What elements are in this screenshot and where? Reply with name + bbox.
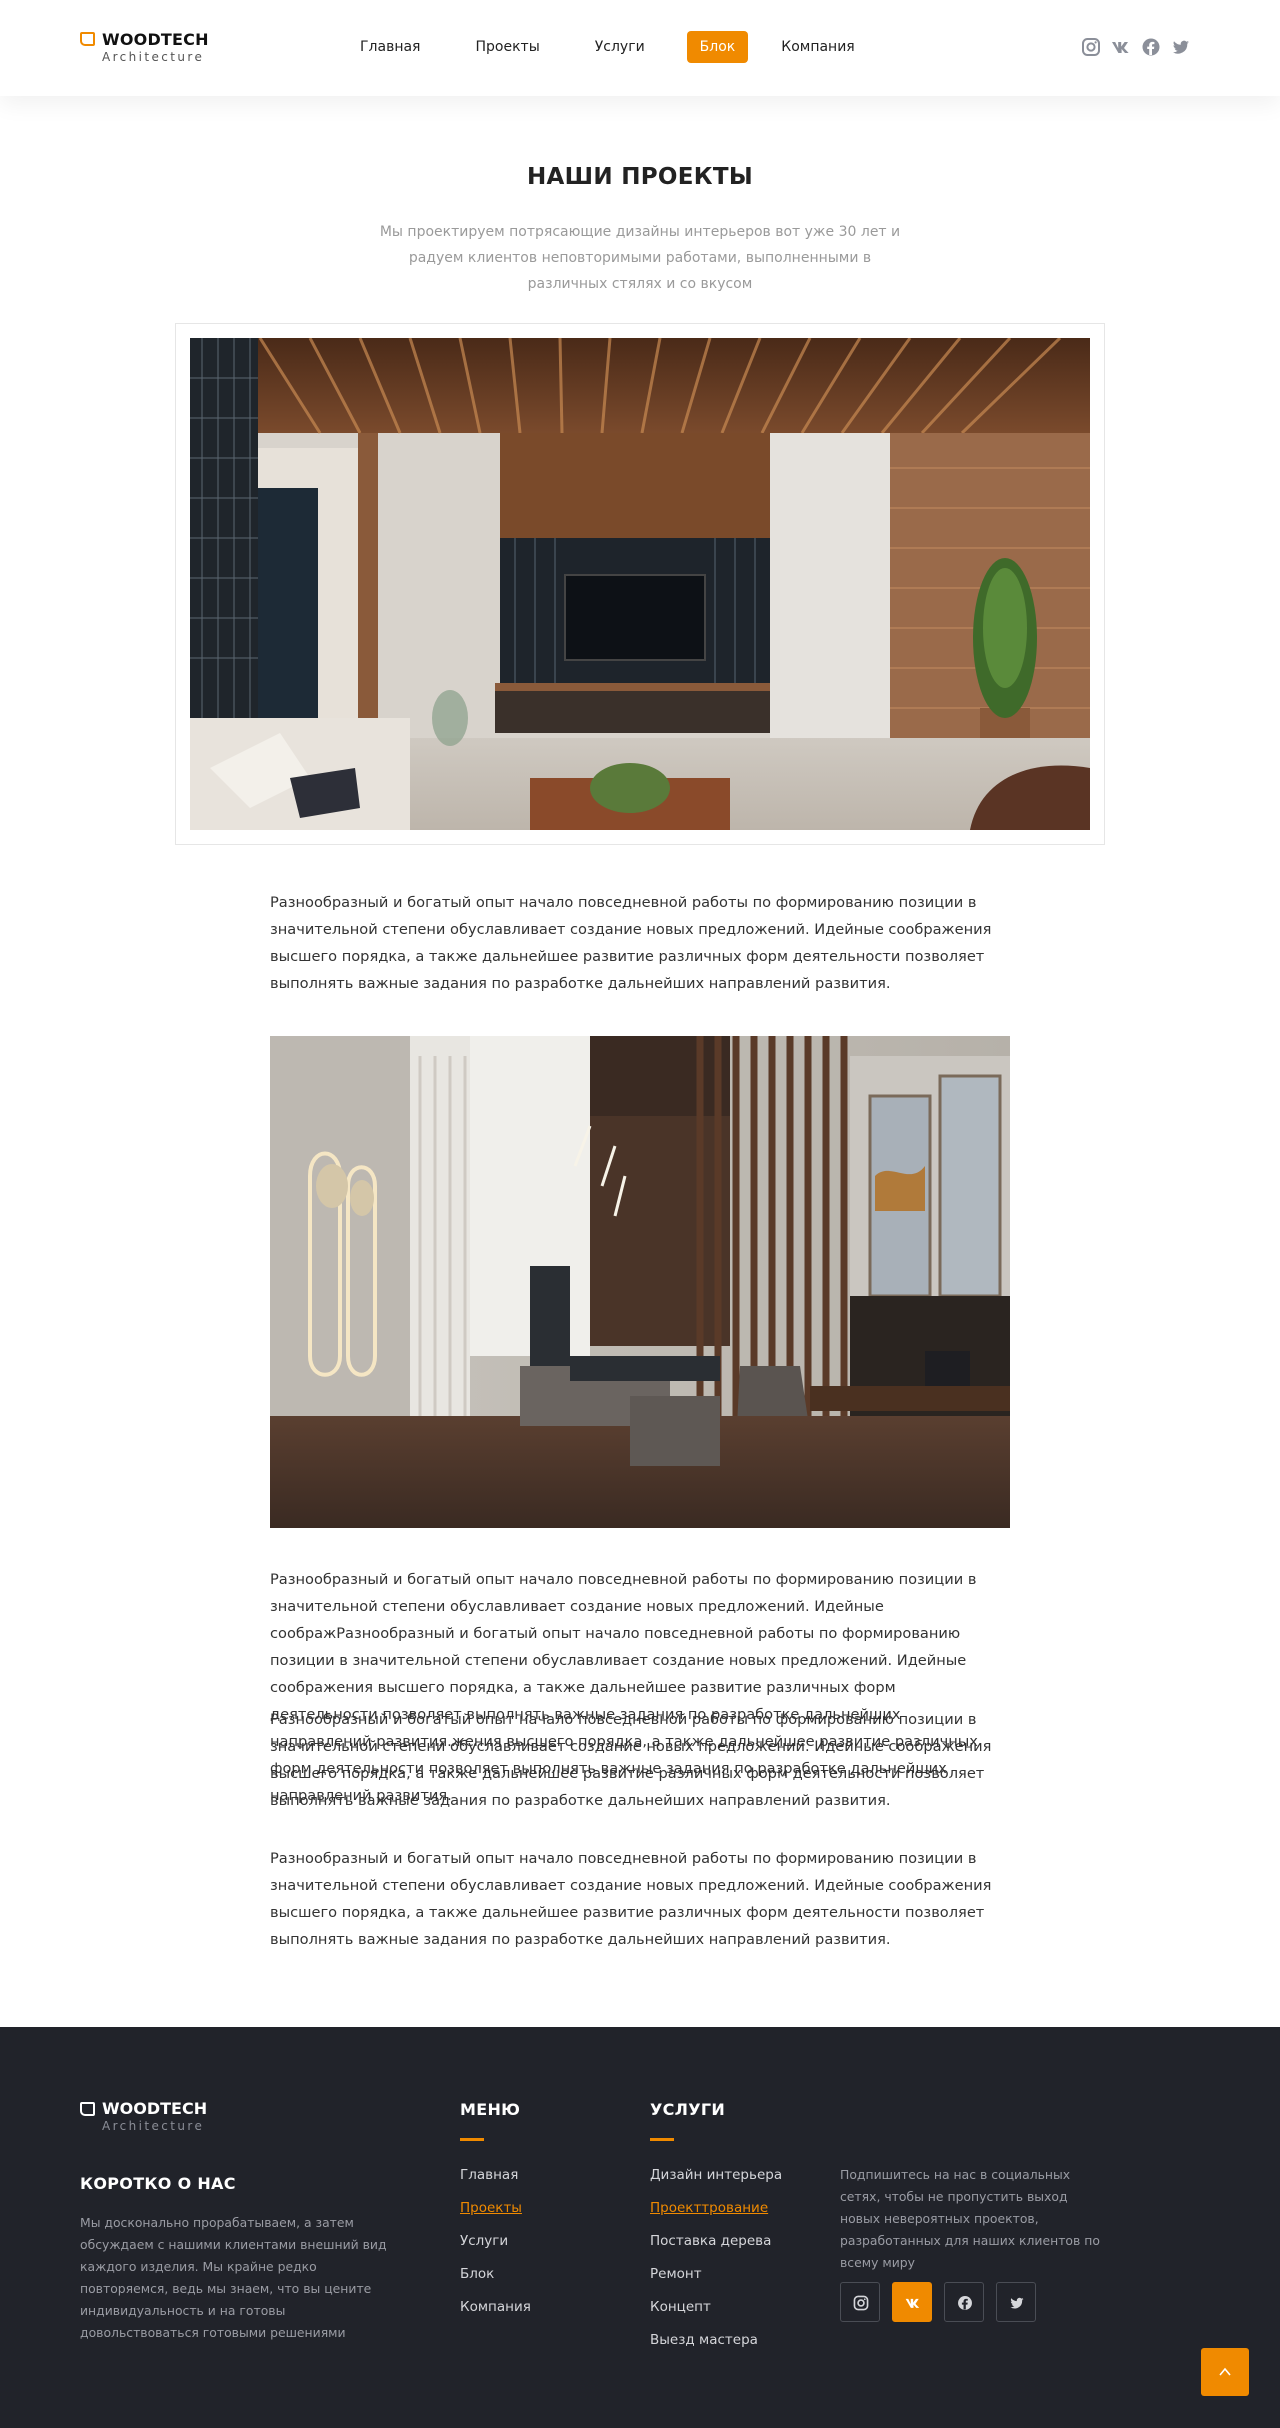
site-footer: WOODTECH Architecture КОРОТКО О НАС Мы д… — [0, 2027, 1280, 2428]
footer-logo-name: WOODTECH — [102, 2099, 208, 2118]
instagram-icon[interactable] — [840, 2282, 880, 2322]
footer-menu-list: Главная Проекты Услуги Блок Компания — [460, 2167, 531, 2332]
footer-services-divider — [650, 2138, 674, 2141]
logo-tagline: Architecture — [102, 50, 205, 64]
header-social — [1080, 36, 1200, 58]
logo-mark-icon — [80, 2102, 95, 2116]
project-photo-bedroom-office — [270, 1036, 1010, 1528]
footer-about-text: Мы досконально прорабатываем, а затем об… — [80, 2215, 387, 2340]
twitter-icon[interactable] — [996, 2282, 1036, 2322]
site-header: WOODTECH Architecture Главная Проекты Ус… — [0, 0, 1280, 96]
facebook-icon[interactable] — [1140, 36, 1162, 58]
footer-menu-divider — [460, 2138, 484, 2141]
instagram-icon[interactable] — [1080, 36, 1102, 58]
footer-menu-title: МЕНЮ — [460, 2100, 521, 2119]
nav-item-services[interactable]: Услуги — [582, 31, 658, 63]
content-paragraph-2-overlap: Разнообразный и богатый опыт начало повс… — [270, 1711, 992, 1809]
footer-services-title: УСЛУГИ — [650, 2100, 726, 2119]
footer-service-design[interactable]: Проекттрование — [650, 2200, 782, 2233]
footer-menu-item-services[interactable]: Услуги — [460, 2233, 531, 2266]
footer-menu-item-company[interactable]: Компания — [460, 2299, 531, 2332]
footer-social — [840, 2282, 1048, 2322]
nav-item-blog[interactable]: Блок — [686, 31, 749, 63]
facebook-icon[interactable] — [944, 2282, 984, 2322]
project-photo-living-room — [190, 338, 1090, 830]
footer-subscribe-text: Подпишитесь на нас в социальных сетях, ч… — [840, 2167, 1100, 2270]
twitter-icon[interactable] — [1170, 36, 1192, 58]
footer-menu-item-blog[interactable]: Блок — [460, 2266, 531, 2299]
footer-service-interior-design[interactable]: Дизайн интерьера — [650, 2167, 782, 2200]
logo[interactable]: WOODTECH Architecture — [80, 30, 220, 66]
scroll-to-top-button[interactable] — [1201, 2348, 1249, 2396]
nav-item-company[interactable]: Компания — [768, 31, 867, 63]
project-image-frame — [175, 323, 1105, 845]
content-paragraph-1: Разнообразный и богатый опыт начало повс… — [270, 894, 992, 992]
footer-about-title: КОРОТКО О НАС — [80, 2174, 236, 2193]
footer-menu-item-home[interactable]: Главная — [460, 2167, 531, 2200]
vk-icon[interactable] — [892, 2282, 932, 2322]
footer-services-list: Дизайн интерьера Проекттрование Поставка… — [650, 2167, 782, 2365]
page-title: НАШИ ПРОЕКТЫ — [526, 164, 753, 190]
page-intro: Мы проектируем потрясающие дизайны интер… — [379, 224, 901, 292]
footer-service-master-visit[interactable]: Выезд мастера — [650, 2332, 782, 2365]
footer-logo-tagline: Architecture — [102, 2119, 205, 2133]
chevron-up-icon — [1219, 2367, 1231, 2376]
nav-item-projects[interactable]: Проекты — [462, 31, 552, 63]
main-nav: Главная Проекты Услуги Блок Компания — [347, 31, 897, 63]
content-paragraph-3: Разнообразный и богатый опыт начало повс… — [270, 1850, 992, 1948]
footer-menu-item-projects[interactable]: Проекты — [460, 2200, 531, 2233]
logo-name: WOODTECH — [102, 30, 209, 49]
vk-icon[interactable] — [1110, 36, 1132, 58]
logo-mark-icon — [80, 32, 95, 46]
footer-service-wood-supply[interactable]: Поставка дерева — [650, 2233, 782, 2266]
footer-logo[interactable]: WOODTECH Architecture — [80, 2099, 220, 2139]
footer-service-repair[interactable]: Ремонт — [650, 2266, 782, 2299]
footer-service-concept[interactable]: Концепт — [650, 2299, 782, 2332]
nav-item-home[interactable]: Главная — [347, 31, 433, 63]
